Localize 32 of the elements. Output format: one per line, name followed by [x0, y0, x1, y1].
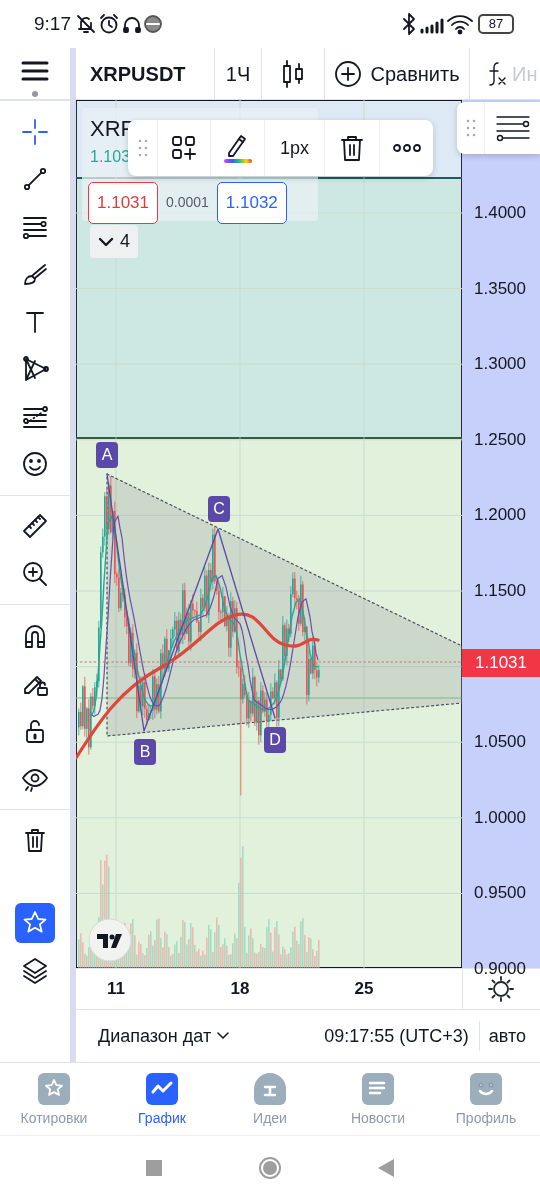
price-label: 1.0500 [474, 731, 526, 754]
collapse-indicators-button[interactable]: 4 [90, 225, 138, 258]
nav-tab[interactable]: График [108, 1063, 216, 1135]
price-label: 1.2500 [474, 429, 526, 452]
price-label: 1.0000 [474, 807, 526, 830]
spread-value: 0.0001 [166, 193, 209, 213]
price-label: 1.3500 [474, 277, 526, 300]
compare-button[interactable]: Сравнить [325, 48, 470, 99]
price-label: 0.9000 [474, 958, 526, 981]
pattern-point-label[interactable]: C [208, 496, 230, 522]
line-width-button[interactable]: 1px [265, 120, 325, 176]
price-label: 1.1500 [474, 580, 526, 603]
pattern-point-label[interactable]: A [96, 442, 118, 468]
interval-button[interactable]: 1Ч [215, 48, 262, 99]
battery-indicator: 87 [478, 14, 514, 34]
sell-price-button[interactable]: 1.1031 [88, 182, 158, 224]
pattern-point-label[interactable]: B [134, 739, 156, 765]
clock-time: 09:17:55 (UTC+3) [324, 1024, 469, 1048]
status-time: 9:17 [34, 11, 71, 36]
date-range-button[interactable]: Диапазон дат [98, 1022, 230, 1050]
auto-scale-button[interactable]: авто [478, 1021, 540, 1051]
time-label: 18 [229, 978, 251, 1001]
time-label: 11 [106, 978, 126, 1001]
price-label: 0.9500 [474, 882, 526, 905]
price-label: 1.4000 [474, 202, 526, 225]
buy-price-button[interactable]: 1.1032 [216, 182, 287, 224]
price-label: 1.3000 [474, 353, 526, 376]
pattern-point-label[interactable]: D [264, 727, 286, 753]
symbol-button[interactable]: XRPUSDT [76, 48, 215, 99]
price-label: 1.2000 [474, 504, 526, 527]
current-price-tag: 1.1031 [462, 649, 540, 677]
time-label: 25 [353, 978, 375, 1001]
